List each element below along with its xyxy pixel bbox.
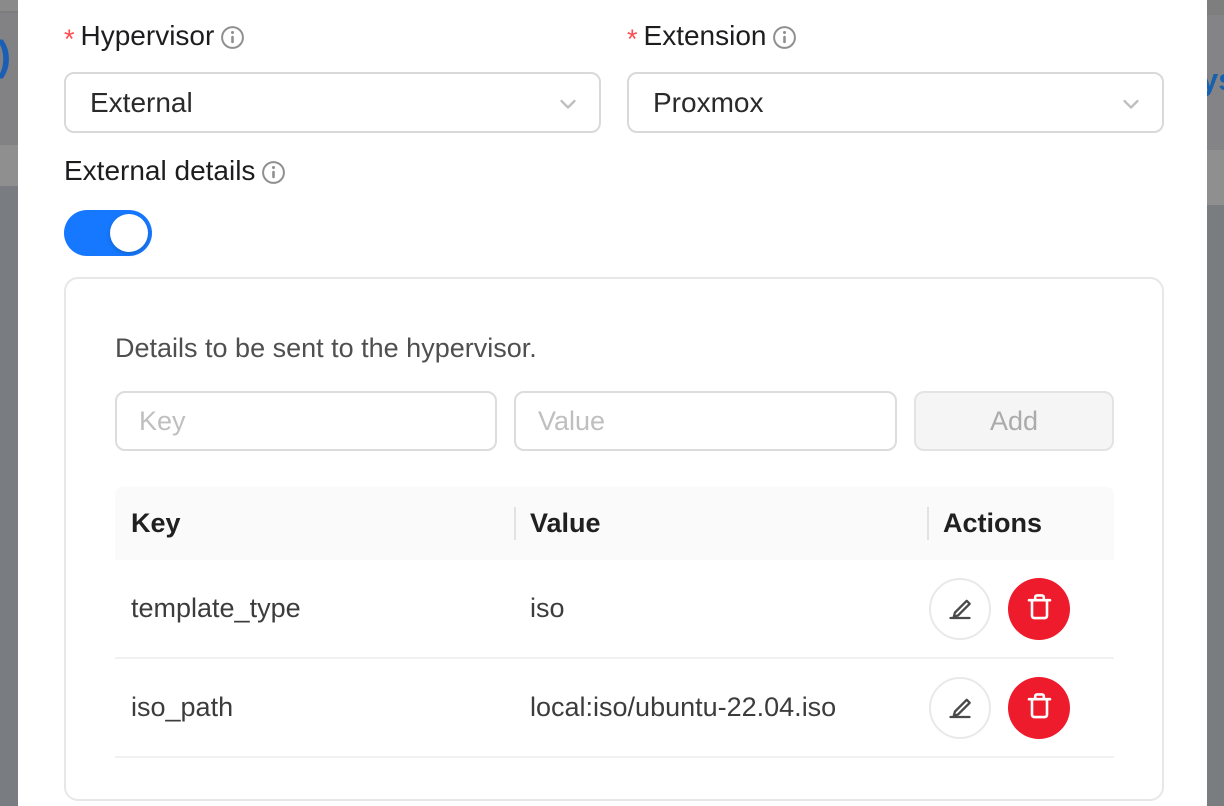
row-key-cell: iso_path — [115, 692, 514, 723]
hypervisor-select-value: External — [90, 87, 193, 119]
table-header-key: Key — [115, 508, 514, 539]
details-table: Key Value Actions template_type iso — [115, 487, 1114, 758]
trash-delete-icon — [1024, 591, 1055, 627]
required-asterisk: * — [627, 24, 638, 55]
hypervisor-label-text: Hypervisor — [81, 20, 215, 52]
row-key-cell: template_type — [115, 593, 514, 624]
chevron-down-icon — [1118, 91, 1144, 124]
table-header-actions: Actions — [927, 508, 1114, 539]
external-details-label-text: External details — [64, 155, 255, 187]
table-row: iso_path local:iso/ubuntu-22.04.iso — [115, 659, 1114, 758]
external-details-label: External details — [64, 151, 286, 191]
pencil-edit-icon — [944, 690, 976, 725]
add-button[interactable]: Add — [914, 391, 1114, 451]
trash-delete-icon — [1024, 690, 1055, 726]
value-input[interactable] — [514, 391, 897, 451]
info-circle-icon[interactable] — [772, 25, 797, 50]
screen: ) ys * Hypervisor External * Extension — [0, 0, 1224, 806]
info-circle-icon[interactable] — [220, 25, 245, 50]
table-row: template_type iso — [115, 560, 1114, 659]
panel-description: Details to be sent to the hypervisor. — [115, 333, 537, 364]
row-value-cell: local:iso/ubuntu-22.04.iso — [514, 692, 927, 723]
table-header-row: Key Value Actions — [115, 487, 1114, 560]
extension-select[interactable]: Proxmox — [627, 72, 1164, 133]
header-separator — [514, 507, 516, 540]
delete-button[interactable] — [1008, 677, 1070, 739]
background-page-right-edge: ys — [1207, 0, 1224, 806]
toggle-knob — [110, 214, 148, 252]
hypervisor-select[interactable]: External — [64, 72, 601, 133]
extension-label: * Extension — [627, 16, 797, 56]
add-button-label: Add — [990, 406, 1038, 437]
required-asterisk: * — [64, 24, 75, 55]
modal-sheet: * Hypervisor External * Extension Proxmo… — [18, 0, 1207, 806]
background-partial-text: ) — [0, 32, 11, 80]
extension-select-value: Proxmox — [653, 87, 763, 119]
info-circle-icon[interactable] — [261, 160, 286, 185]
extension-label-text: Extension — [644, 20, 767, 52]
key-input[interactable] — [115, 391, 497, 451]
background-page-left-edge: ) — [0, 0, 18, 806]
background-partial-link: ys — [1207, 62, 1224, 98]
delete-button[interactable] — [1008, 578, 1070, 640]
table-header-value: Value — [514, 508, 927, 539]
edit-button[interactable] — [929, 578, 991, 640]
chevron-down-icon — [555, 91, 581, 124]
edit-button[interactable] — [929, 677, 991, 739]
header-separator — [927, 507, 929, 540]
pencil-edit-icon — [944, 591, 976, 626]
row-value-cell: iso — [514, 593, 927, 624]
hypervisor-label: * Hypervisor — [64, 16, 245, 56]
external-details-panel: Details to be sent to the hypervisor. Ad… — [64, 277, 1164, 801]
row-actions-cell — [927, 677, 1114, 739]
row-actions-cell — [927, 578, 1114, 640]
external-details-toggle[interactable] — [64, 210, 152, 256]
